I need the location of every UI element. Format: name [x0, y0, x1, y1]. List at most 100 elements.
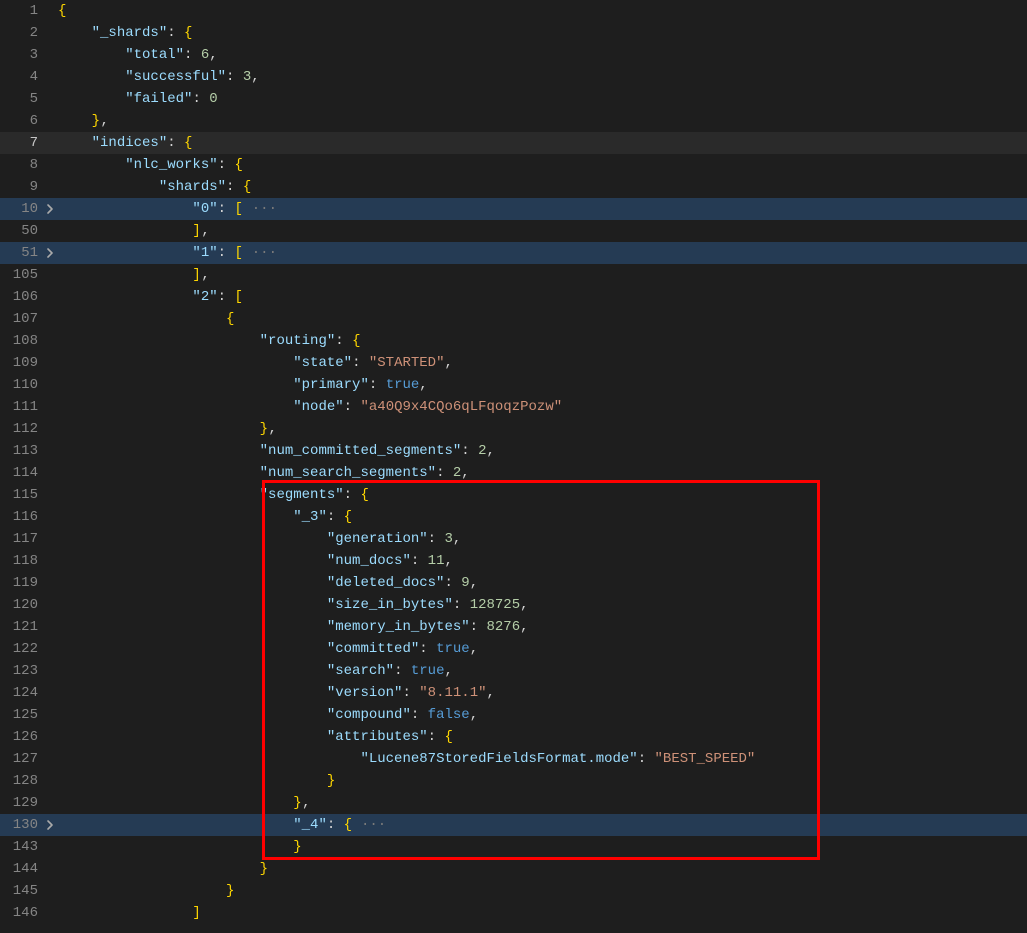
fold-collapsed-icon[interactable]	[42, 203, 58, 215]
token-key: "_4"	[293, 817, 327, 833]
token-key: "committed"	[327, 641, 419, 657]
token-p: ,	[445, 355, 453, 371]
line-content: "num_committed_segments": 2,	[58, 440, 1027, 462]
line-number: 146	[0, 902, 42, 924]
line-number: 130	[0, 814, 42, 836]
line-number: 107	[0, 308, 42, 330]
line-number: 4	[0, 66, 42, 88]
line-number: 124	[0, 682, 42, 704]
line-content: ],	[58, 220, 1027, 242]
code-line[interactable]: 144 }	[0, 858, 1027, 880]
code-line[interactable]: 124 "version": "8.11.1",	[0, 682, 1027, 704]
code-line[interactable]: 105 ],	[0, 264, 1027, 286]
token-dots: ···	[243, 245, 277, 261]
line-content: "failed": 0	[58, 88, 1027, 110]
code-line[interactable]: 50 ],	[0, 220, 1027, 242]
token-p: ,	[520, 619, 528, 635]
line-number: 6	[0, 110, 42, 132]
code-line[interactable]: 6 },	[0, 110, 1027, 132]
code-line[interactable]: 143 }	[0, 836, 1027, 858]
code-line[interactable]: 118 "num_docs": 11,	[0, 550, 1027, 572]
line-number: 106	[0, 286, 42, 308]
code-line[interactable]: 2 "_shards": {	[0, 22, 1027, 44]
token-p: ,	[201, 267, 209, 283]
code-line[interactable]: 4 "successful": 3,	[0, 66, 1027, 88]
token-key: "Lucene87StoredFieldsFormat.mode"	[360, 751, 637, 767]
code-line[interactable]: 110 "primary": true,	[0, 374, 1027, 396]
code-line[interactable]: 146 ]	[0, 902, 1027, 924]
token-key: "_3"	[293, 509, 327, 525]
line-content: "nlc_works": {	[58, 154, 1027, 176]
line-content: "node": "a40Q9x4CQo6qLFqoqzPozw"	[58, 396, 1027, 418]
code-line[interactable]: 123 "search": true,	[0, 660, 1027, 682]
code-line[interactable]: 130 "_4": { ···	[0, 814, 1027, 836]
code-line[interactable]: 120 "size_in_bytes": 128725,	[0, 594, 1027, 616]
token-key: "0"	[192, 201, 217, 217]
code-line[interactable]: 7 "indices": {	[0, 132, 1027, 154]
token-br: {	[344, 509, 353, 525]
line-number: 126	[0, 726, 42, 748]
code-line[interactable]: 119 "deleted_docs": 9,	[0, 572, 1027, 594]
code-line[interactable]: 127 "Lucene87StoredFieldsFormat.mode": "…	[0, 748, 1027, 770]
code-line[interactable]: 8 "nlc_works": {	[0, 154, 1027, 176]
code-line[interactable]: 5 "failed": 0	[0, 88, 1027, 110]
code-line[interactable]: 106 "2": [	[0, 286, 1027, 308]
token-key: "attributes"	[327, 729, 428, 745]
code-line[interactable]: 122 "committed": true,	[0, 638, 1027, 660]
line-number: 115	[0, 484, 42, 506]
code-editor[interactable]: 1{2 "_shards": {3 "total": 6,4 "successf…	[0, 0, 1027, 924]
code-line[interactable]: 114 "num_search_segments": 2,	[0, 462, 1027, 484]
code-line[interactable]: 112 },	[0, 418, 1027, 440]
token-br: [	[234, 289, 243, 305]
token-p: :	[335, 333, 352, 349]
token-p: :	[428, 531, 445, 547]
line-content: "2": [	[58, 286, 1027, 308]
token-p: :	[192, 91, 209, 107]
code-line[interactable]: 116 "_3": {	[0, 506, 1027, 528]
code-line[interactable]: 111 "node": "a40Q9x4CQo6qLFqoqzPozw"	[0, 396, 1027, 418]
token-str: "STARTED"	[369, 355, 445, 371]
code-line[interactable]: 108 "routing": {	[0, 330, 1027, 352]
code-line[interactable]: 115 "segments": {	[0, 484, 1027, 506]
token-key: "successful"	[125, 69, 226, 85]
code-line[interactable]: 113 "num_committed_segments": 2,	[0, 440, 1027, 462]
code-line[interactable]: 107 {	[0, 308, 1027, 330]
code-line[interactable]: 126 "attributes": {	[0, 726, 1027, 748]
code-line[interactable]: 129 },	[0, 792, 1027, 814]
line-content: "size_in_bytes": 128725,	[58, 594, 1027, 616]
code-line[interactable]: 145 }	[0, 880, 1027, 902]
token-br: {	[352, 333, 361, 349]
token-p: ,	[269, 421, 277, 437]
token-br: }	[260, 861, 269, 877]
code-line[interactable]: 9 "shards": {	[0, 176, 1027, 198]
code-line[interactable]: 51 "1": [ ···	[0, 242, 1027, 264]
line-number: 105	[0, 264, 42, 286]
token-key: "segments"	[260, 487, 344, 503]
line-number: 127	[0, 748, 42, 770]
line-content: "committed": true,	[58, 638, 1027, 660]
code-line[interactable]: 109 "state": "STARTED",	[0, 352, 1027, 374]
fold-collapsed-icon[interactable]	[42, 247, 58, 259]
line-content: {	[58, 308, 1027, 330]
token-p: :	[344, 399, 361, 415]
fold-collapsed-icon[interactable]	[42, 819, 58, 831]
line-content: "segments": {	[58, 484, 1027, 506]
code-line[interactable]: 10 "0": [ ···	[0, 198, 1027, 220]
line-number: 125	[0, 704, 42, 726]
token-num: 2	[478, 443, 486, 459]
code-line[interactable]: 121 "memory_in_bytes": 8276,	[0, 616, 1027, 638]
token-kw: false	[428, 707, 470, 723]
code-line[interactable]: 1{	[0, 0, 1027, 22]
token-p: ,	[302, 795, 310, 811]
token-str: "8.11.1"	[419, 685, 486, 701]
token-br: ]	[192, 267, 201, 283]
code-line[interactable]: 3 "total": 6,	[0, 44, 1027, 66]
token-p: ,	[470, 575, 478, 591]
token-p: ,	[453, 531, 461, 547]
line-content: "attributes": {	[58, 726, 1027, 748]
line-number: 145	[0, 880, 42, 902]
code-line[interactable]: 117 "generation": 3,	[0, 528, 1027, 550]
code-line[interactable]: 128 }	[0, 770, 1027, 792]
line-content: "0": [ ···	[58, 198, 1027, 220]
code-line[interactable]: 125 "compound": false,	[0, 704, 1027, 726]
